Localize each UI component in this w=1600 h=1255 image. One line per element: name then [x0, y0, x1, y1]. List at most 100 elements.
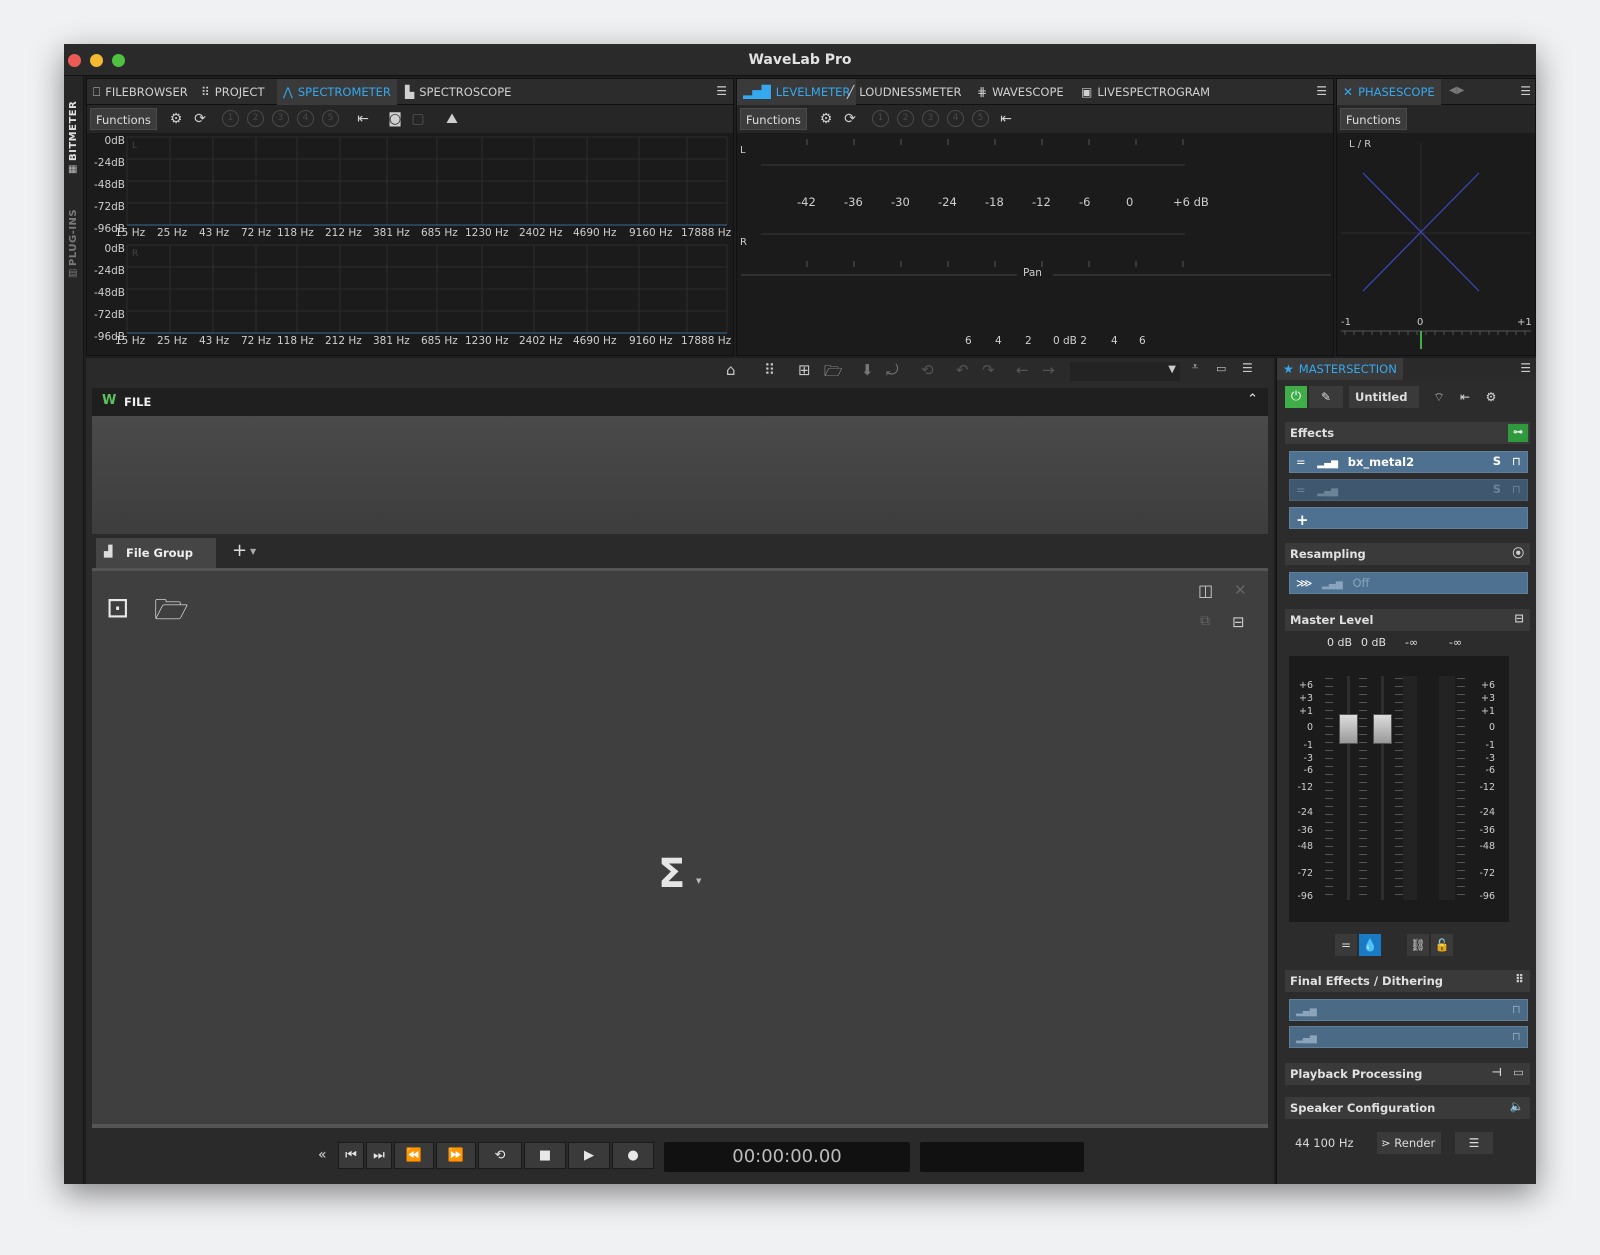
bypass-icon[interactable]: ⊓	[1512, 482, 1521, 496]
settings-gear-icon[interactable]: ⚙	[815, 108, 837, 130]
rewind-icon[interactable]: ⏪	[394, 1142, 434, 1169]
tab-spectrometer[interactable]: ⋀ SPECTROMETER	[277, 79, 397, 105]
side-tab-plug-ins[interactable]: PLUG-INS	[68, 186, 79, 266]
display-image-icon[interactable]: ⛰	[441, 108, 463, 130]
stop-icon[interactable]: ■	[524, 1142, 566, 1169]
solo-icon[interactable]: S	[1493, 454, 1501, 468]
drag-handle-icon[interactable]: =	[1296, 483, 1306, 497]
grid-icon[interactable]: ⠿	[1515, 972, 1524, 986]
snapshot-camera-icon[interactable]: ◙	[384, 108, 406, 130]
chain-link-icon[interactable]: ⛓	[1407, 934, 1429, 956]
solo-icon[interactable]: S	[1493, 482, 1501, 496]
back-arrow-icon[interactable]: ←	[1016, 361, 1029, 379]
horizontal-split-icon[interactable]: ⊟	[1232, 613, 1245, 631]
preset-4-button[interactable]: 4	[947, 110, 964, 127]
redo-icon[interactable]: ↷	[982, 361, 995, 379]
settings-gear-icon[interactable]: ⚙	[165, 108, 187, 130]
history-icon[interactable]: ⟲	[921, 361, 934, 379]
tab-filebrowser[interactable]: ⎕ FILEBROWSER	[87, 79, 194, 105]
maximize-panel-icon[interactable]: ▭	[1216, 362, 1226, 375]
loop-icon[interactable]: ⟲	[478, 1142, 522, 1169]
fader-link-icon[interactable]: =	[1335, 934, 1357, 956]
reset-peaks-icon[interactable]: ⇤	[995, 108, 1017, 130]
go-to-end-icon[interactable]: ⏭	[366, 1142, 392, 1169]
preset-name[interactable]: Untitled	[1349, 386, 1419, 408]
snapshot-clear-icon[interactable]: ▢	[407, 108, 429, 130]
panel-menu-icon[interactable]: ☰	[1520, 84, 1531, 98]
tab-spectroscope[interactable]: ▙ SPECTROSCOPE	[399, 79, 517, 105]
undo-icon[interactable]: ↶	[956, 361, 969, 379]
panel-menu-icon[interactable]: ☰	[716, 84, 727, 98]
save-icon[interactable]: ⬇	[861, 361, 874, 379]
preset-3-button[interactable]: 3	[922, 110, 939, 127]
sigma-batch-icon[interactable]: Σ	[658, 851, 685, 897]
side-tab-bitmeter[interactable]: BITMETER	[68, 91, 79, 161]
preset-5-button[interactable]: 5	[972, 110, 989, 127]
plug-in-icon[interactable]: ⊣	[1491, 1065, 1502, 1079]
play-icon[interactable]: ▶	[568, 1142, 610, 1169]
functions-button[interactable]: Functions	[740, 108, 807, 130]
forward-arrow-icon[interactable]: →	[1042, 361, 1055, 379]
unlock-icon[interactable]: 🔓	[1431, 934, 1453, 956]
chevron-down-icon[interactable]: ▼	[250, 547, 256, 556]
fast-forward-icon[interactable]: ⏩	[436, 1142, 476, 1169]
render-options-icon[interactable]: ☰	[1455, 1132, 1493, 1154]
save-as-icon[interactable]: ⤾	[886, 361, 899, 379]
resampling-icon[interactable]: ⦿	[1513, 545, 1525, 561]
add-effect-slot[interactable]: +	[1289, 507, 1528, 529]
split-view-icon[interactable]: ◫	[1198, 581, 1213, 600]
collapse-chevron-icon[interactable]: ⌃	[1247, 392, 1258, 407]
preset-3-button[interactable]: 3	[272, 110, 289, 127]
preset-1-button[interactable]: 1	[222, 110, 239, 127]
time-display[interactable]: 00:00:00.00	[664, 1142, 910, 1172]
eyedropper-icon[interactable]: ✎	[1309, 386, 1343, 408]
bypass-arrow-icon[interactable]: ⋙	[1296, 576, 1312, 590]
tab-wavescope[interactable]: ⋕ WAVESCOPE	[971, 79, 1070, 105]
final-effect-slot-1[interactable]: ▂▄▆ ⊓	[1289, 999, 1528, 1021]
preset-1-button[interactable]: 1	[872, 110, 889, 127]
reset-icon[interactable]: ⟳	[839, 108, 861, 130]
add-group-button[interactable]: +	[232, 540, 247, 561]
tab-levelmeter[interactable]: ▂▅█ LEVELMETER	[737, 79, 857, 105]
meter-mode-icon[interactable]: ⊟	[1514, 611, 1524, 625]
reset-peaks-icon[interactable]: ⇤	[352, 108, 374, 130]
tab-file-group[interactable]: ▟ File Group	[96, 538, 216, 568]
new-file-icon[interactable]: ⊞	[798, 361, 811, 379]
functions-button[interactable]: Functions	[1340, 108, 1407, 130]
effect-slot-1[interactable]: = ▂▄▆ bx_metal2 S ⊓	[1289, 451, 1528, 473]
fader-handle-right[interactable]	[1373, 714, 1392, 744]
tab-loudnessmeter[interactable]: ╱ LOUDNESSMETER	[841, 79, 968, 105]
home-icon[interactable]: ⌂	[726, 361, 736, 379]
chevron-down-icon[interactable]: ▼	[696, 877, 701, 885]
monitor-icon[interactable]: ▭	[1513, 1065, 1524, 1079]
preset-5-button[interactable]: 5	[322, 110, 339, 127]
bypass-icon[interactable]: ⊓	[1512, 454, 1521, 468]
fader-handle-left[interactable]	[1339, 714, 1358, 744]
final-effect-slot-2[interactable]: ▂▄▆ ⊓	[1289, 1026, 1528, 1048]
drag-handle-icon[interactable]: =	[1296, 455, 1306, 469]
detach-icon[interactable]: ⧉	[1200, 613, 1210, 629]
tab-mastersection[interactable]: ★ MASTERSECTION	[1277, 358, 1403, 380]
transport-collapse-icon[interactable]: «	[318, 1147, 327, 1163]
effects-bypass-icon[interactable]: ⊶	[1508, 424, 1528, 442]
grid-apps-icon[interactable]: ⠿	[764, 361, 775, 379]
history-dropdown[interactable]: ▼	[1070, 362, 1180, 381]
settings-gear-icon[interactable]: ⚙	[1479, 386, 1503, 408]
reset-icon[interactable]: ⟳	[189, 108, 211, 130]
speaker-icon[interactable]: 🔈	[1510, 1099, 1524, 1113]
tab-phasescope[interactable]: ✕ PHASESCOPE	[1337, 79, 1441, 105]
go-to-start-icon[interactable]: ⏮	[338, 1142, 364, 1169]
open-folder-icon[interactable]: 🗁	[824, 361, 843, 386]
preset-2-button[interactable]: 2	[247, 110, 264, 127]
tab-livespectrogram[interactable]: ▣ LIVESPECTROGRAM	[1075, 79, 1216, 105]
tab-project[interactable]: ⠿ PROJECT	[195, 79, 271, 105]
bypass-icon[interactable]: ⊓	[1512, 1002, 1521, 1016]
panel-menu-icon[interactable]: ☰	[1316, 84, 1327, 98]
panel-menu-icon[interactable]: ☰	[1242, 361, 1253, 375]
power-icon[interactable]: ⏻	[1285, 386, 1307, 408]
preset-2-button[interactable]: 2	[897, 110, 914, 127]
reset-peaks-icon[interactable]: ⇤	[1453, 386, 1477, 408]
panel-options-icon[interactable]: ⩡	[1192, 360, 1198, 374]
preset-4-button[interactable]: 4	[297, 110, 314, 127]
functions-button[interactable]: Functions	[90, 108, 157, 130]
